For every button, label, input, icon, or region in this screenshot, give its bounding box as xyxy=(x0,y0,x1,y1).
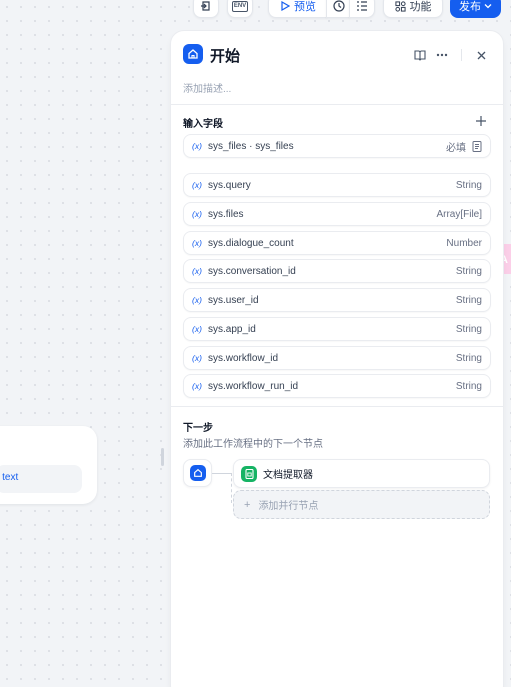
field-type: String xyxy=(455,380,482,392)
field-type: String xyxy=(455,294,482,306)
back-button[interactable] xyxy=(193,0,219,18)
divider xyxy=(171,406,504,407)
play-icon xyxy=(281,1,290,11)
env-label: ENV xyxy=(231,0,249,12)
next-node-label: 文档提取器 xyxy=(263,470,313,481)
field-type: String xyxy=(455,323,482,335)
panel-resize-handle[interactable] xyxy=(161,448,164,466)
field-name: sys.dialogue_count xyxy=(208,237,294,249)
history-button[interactable] xyxy=(326,0,350,18)
variable-icon: (x) xyxy=(192,353,202,363)
divider xyxy=(171,104,504,105)
variable-icon: (x) xyxy=(192,324,202,334)
system-field-row[interactable]: (x) sys.files Array[File] xyxy=(183,202,491,226)
field-name: sys.user_id xyxy=(208,294,259,306)
field-type: String xyxy=(455,352,482,364)
features-button[interactable]: 功能 xyxy=(383,0,443,18)
publish-label: 发布 xyxy=(459,1,481,13)
home-icon xyxy=(188,49,198,59)
required-badge: 必填 xyxy=(446,142,466,154)
close-icon xyxy=(477,51,485,59)
header-divider xyxy=(461,49,462,61)
help-doc-button[interactable] xyxy=(411,46,429,64)
system-field-row[interactable]: (x) sys.user_id String xyxy=(183,288,491,312)
field-name: sys.workflow_run_id xyxy=(208,380,299,392)
field-name: sys.app_id xyxy=(208,323,256,335)
field-name: sys.files xyxy=(208,208,244,220)
close-button[interactable] xyxy=(472,46,490,64)
document-icon xyxy=(472,140,482,152)
field-type: Array[File] xyxy=(436,208,482,220)
variable-icon: (x) xyxy=(192,381,202,391)
system-field-row[interactable]: (x) sys.dialogue_count Number xyxy=(183,231,491,255)
system-field-row[interactable]: (x) sys.conversation_id String xyxy=(183,259,491,283)
current-node-icon xyxy=(183,459,212,487)
file-extract-icon xyxy=(241,465,257,482)
checklist-icon xyxy=(357,1,367,11)
env-button[interactable]: ENV xyxy=(227,0,253,18)
variable-icon: (x) xyxy=(192,295,202,305)
field-name: sys_files · sys_files xyxy=(208,140,294,152)
node-variable-chip: ) text xyxy=(0,465,82,493)
field-name: sys.conversation_id xyxy=(208,265,296,277)
system-field-row[interactable]: (x) sys.app_id String xyxy=(183,317,491,341)
system-field-row[interactable]: (x) sys.query String xyxy=(183,173,491,197)
add-parallel-label: 添加并行节点 xyxy=(258,501,319,512)
node-connector xyxy=(212,473,232,474)
description-input[interactable]: 添加描述... xyxy=(183,80,231,95)
panel-title: 开始 xyxy=(210,48,241,65)
field-type: String xyxy=(455,265,482,277)
variable-icon: (x) xyxy=(192,180,202,190)
field-name: sys.query xyxy=(208,179,251,191)
features-label: 功能 xyxy=(409,1,432,13)
more-icon xyxy=(436,53,448,57)
field-name: sys.workflow_id xyxy=(208,352,279,364)
variable-icon: (x) xyxy=(192,266,202,276)
book-icon xyxy=(414,50,426,61)
start-node-icon xyxy=(183,44,203,64)
input-fields-title: 输入字段 xyxy=(183,119,223,130)
canvas-node-partial[interactable]: ) text xyxy=(0,426,97,504)
field-type: Number xyxy=(446,237,482,249)
next-step-title: 下一步 xyxy=(183,423,213,434)
features-icon xyxy=(394,0,406,12)
variable-icon: (x) xyxy=(192,238,202,248)
preview-label: 预览 xyxy=(294,1,316,13)
back-icon xyxy=(201,1,210,11)
node-settings-panel: 开始 添加描述... 输入字段 (x) sys_files · sys_file… xyxy=(170,30,504,687)
next-step-description: 添加此工作流程中的下一个节点 xyxy=(183,439,323,450)
history-icon xyxy=(332,0,345,12)
system-field-row[interactable]: (x) sys.workflow_run_id String xyxy=(183,374,491,398)
variable-icon: (x) xyxy=(192,141,202,151)
node-variable-tag: ) text xyxy=(0,472,19,483)
field-type: String xyxy=(455,179,482,191)
preview-button[interactable]: 预览 xyxy=(268,0,327,18)
input-field-row[interactable]: (x) sys_files · sys_files 必填 xyxy=(183,134,491,158)
next-node-doc-extractor[interactable]: 文档提取器 xyxy=(233,459,490,488)
checklist-button[interactable] xyxy=(349,0,375,18)
variable-icon: (x) xyxy=(192,209,202,219)
system-field-row[interactable]: (x) sys.workflow_id String xyxy=(183,346,491,370)
add-field-button[interactable] xyxy=(473,113,489,129)
more-button[interactable] xyxy=(433,46,451,64)
plus-icon: + xyxy=(244,498,251,511)
add-parallel-node-button[interactable]: + 添加并行节点 xyxy=(233,490,490,519)
node-connector-branch xyxy=(231,473,232,503)
plus-icon xyxy=(476,116,486,126)
home-icon xyxy=(193,468,202,477)
chevron-down-icon xyxy=(484,4,492,9)
publish-button[interactable]: 发布 xyxy=(450,0,501,18)
